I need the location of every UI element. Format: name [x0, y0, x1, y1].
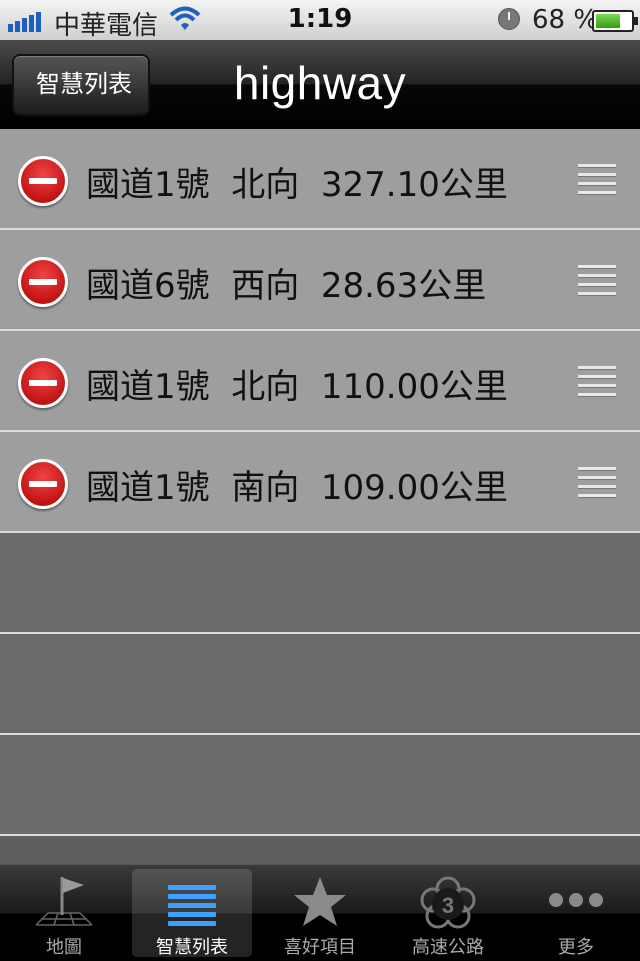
status-bar: 中華電信 1:19 68 % [0, 0, 640, 41]
list-item-label: 國道6號 西向 28.63公里 [86, 266, 487, 306]
list-item-label: 國道1號 北向 110.00公里 [86, 367, 508, 407]
navigation-bar: 智慧列表 highway [0, 40, 640, 129]
battery-percent: 68 % [532, 5, 599, 35]
delete-icon[interactable] [18, 257, 68, 307]
delete-icon[interactable] [18, 156, 68, 206]
highway-shield-icon: 3 [418, 873, 478, 931]
reorder-handle-icon[interactable] [578, 164, 616, 200]
alarm-clock-icon [498, 8, 520, 30]
empty-row [0, 634, 640, 735]
list-item[interactable]: 國道1號 南向 109.00公里 [0, 432, 640, 533]
map-flag-icon [34, 873, 94, 931]
list-item[interactable]: 國道1號 北向 327.10公里 [0, 129, 640, 230]
reorder-handle-icon[interactable] [578, 265, 616, 301]
list-icon [162, 873, 222, 931]
battery-icon [592, 10, 638, 32]
tab-smart-list[interactable]: 智慧列表 [132, 869, 252, 958]
tab-more[interactable]: 更多 [516, 869, 636, 958]
list-item[interactable]: 國道1號 北向 110.00公里 [0, 331, 640, 432]
star-icon [290, 873, 350, 931]
page-title: highway [233, 57, 407, 109]
tab-bar: 地圖 智慧列表 喜好項目 3 高速公路 更多 [0, 864, 640, 961]
list-item[interactable]: 國道6號 西向 28.63公里 [0, 230, 640, 331]
list-item-label: 國道1號 北向 327.10公里 [86, 165, 508, 205]
delete-icon[interactable] [18, 459, 68, 509]
tab-label: 更多 [558, 937, 594, 958]
tab-favorites[interactable]: 喜好項目 [260, 869, 380, 958]
more-icon [546, 873, 606, 931]
reorder-handle-icon[interactable] [578, 467, 616, 503]
tab-label: 智慧列表 [156, 937, 228, 958]
empty-row [0, 533, 640, 634]
tab-label: 高速公路 [412, 937, 484, 958]
tab-label: 喜好項目 [284, 937, 356, 958]
tab-map[interactable]: 地圖 [4, 869, 124, 958]
highway-list: 國道1號 北向 327.10公里 國道6號 西向 28.63公里 國道1號 北向… [0, 129, 640, 836]
svg-text:3: 3 [442, 893, 454, 918]
list-item-label: 國道1號 南向 109.00公里 [86, 468, 508, 508]
reorder-handle-icon[interactable] [578, 366, 616, 402]
tab-highway[interactable]: 3 高速公路 [388, 869, 508, 958]
tab-label: 地圖 [46, 937, 82, 958]
empty-row [0, 735, 640, 836]
delete-icon[interactable] [18, 358, 68, 408]
